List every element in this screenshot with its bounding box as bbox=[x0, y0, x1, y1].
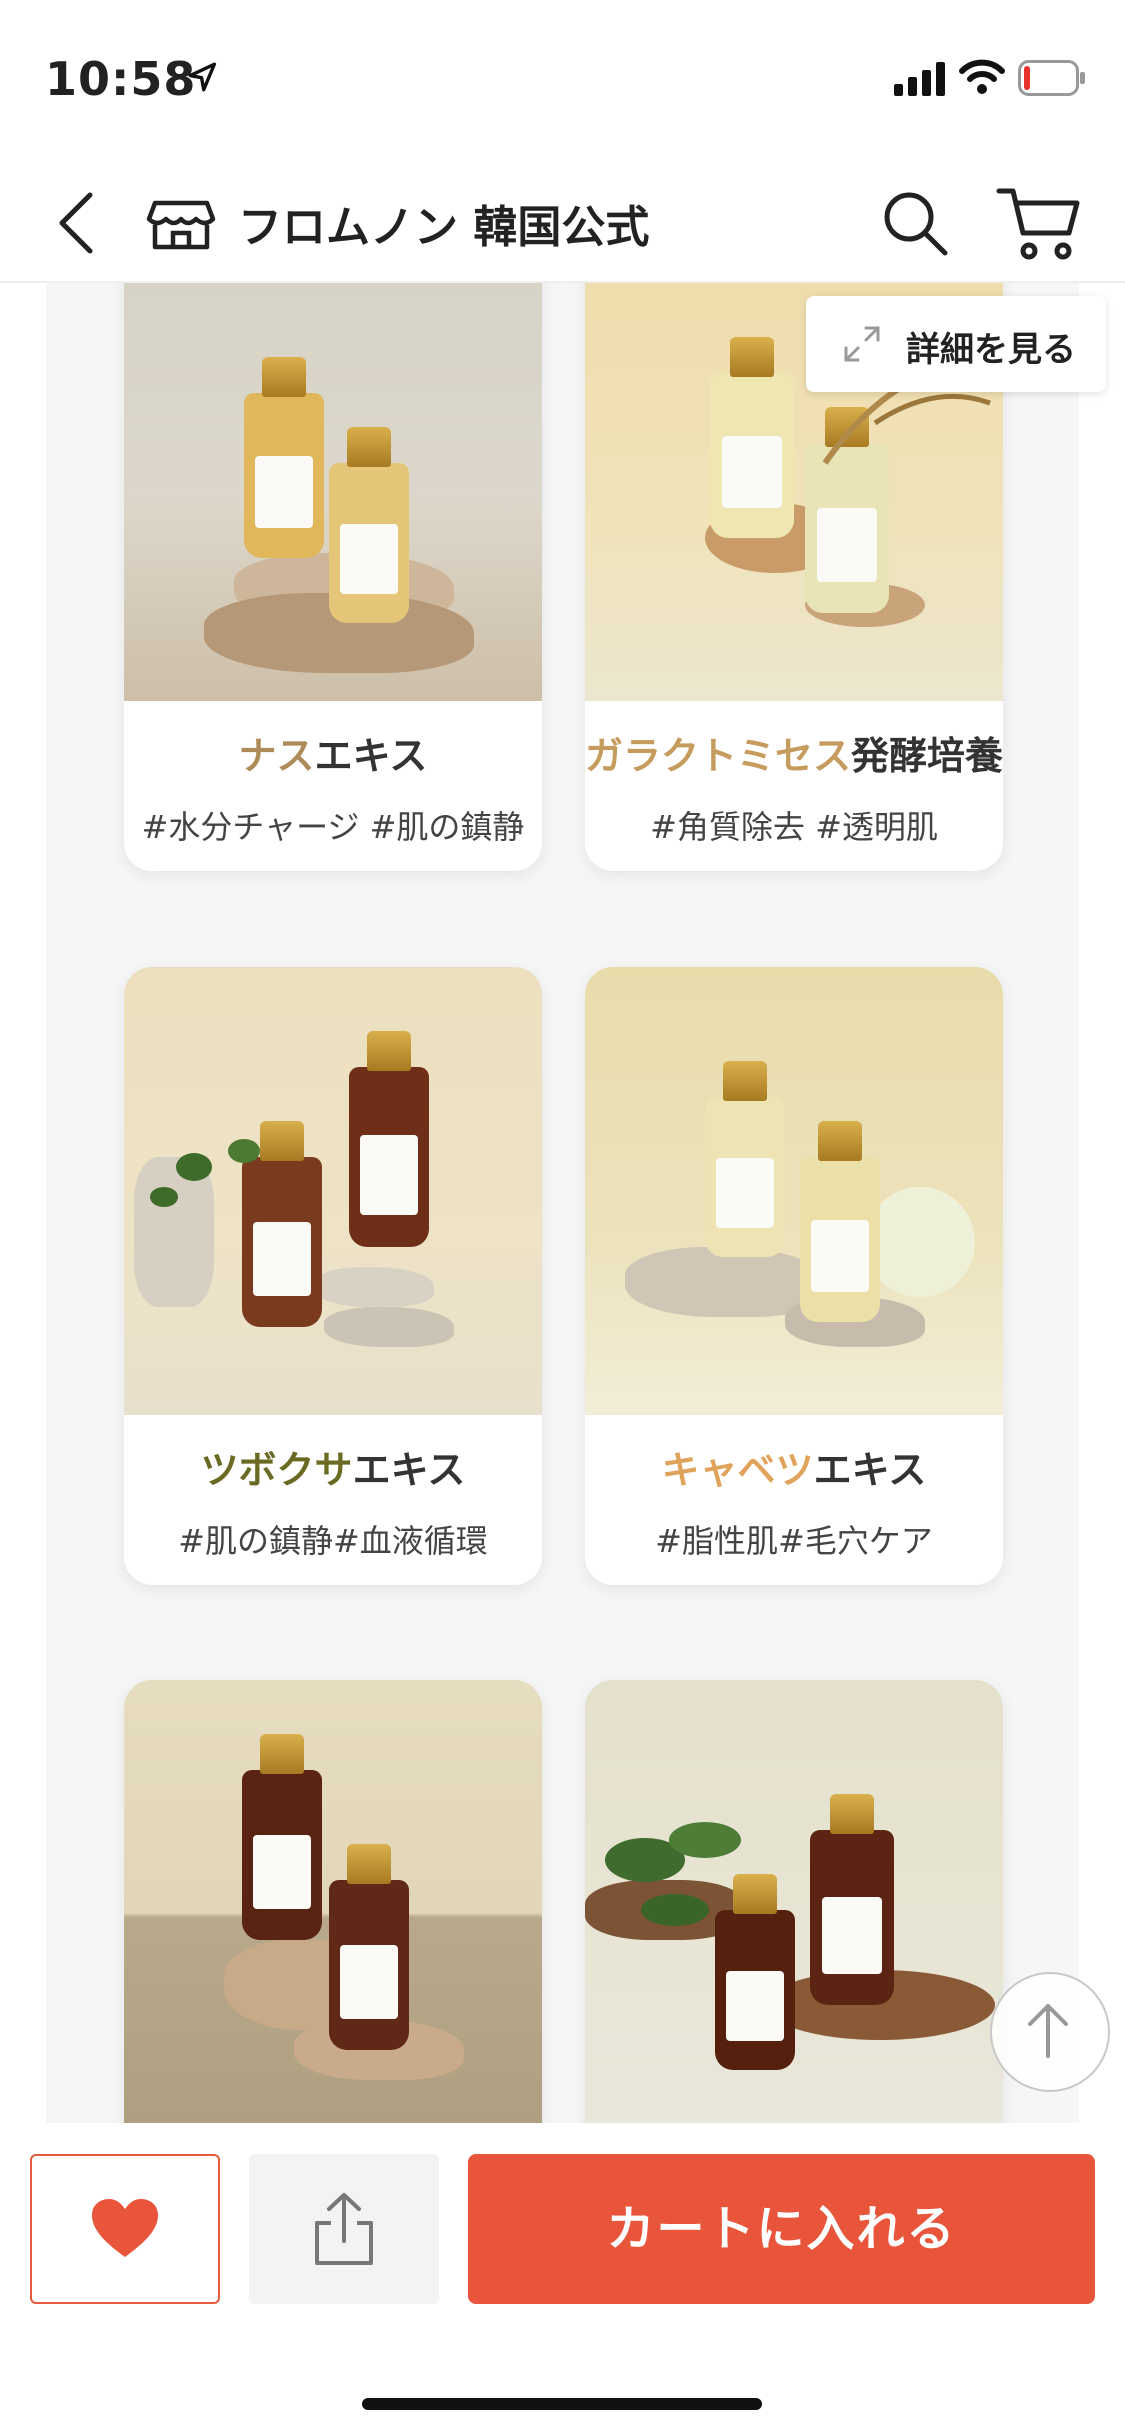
view-details-button[interactable]: 詳細を見る bbox=[806, 296, 1106, 392]
product-photo bbox=[124, 1680, 542, 2123]
like-button[interactable] bbox=[30, 2154, 220, 2304]
product-photo bbox=[124, 283, 542, 701]
status-bar: 10:58 bbox=[0, 0, 1125, 160]
share-button[interactable] bbox=[249, 2154, 439, 2304]
product-card[interactable]: ナスエキス #水分チャージ #肌の鎮静 bbox=[124, 283, 542, 871]
home-indicator bbox=[362, 2398, 762, 2410]
heart-icon bbox=[92, 2199, 158, 2257]
arrow-up-icon bbox=[1028, 2004, 1068, 2058]
product-photo bbox=[124, 967, 542, 1415]
product-name: ツボクサエキス bbox=[200, 1448, 466, 1492]
wifi-icon bbox=[959, 59, 1005, 94]
product-card[interactable]: ツボクサエキス #肌の鎮静#血液循環 bbox=[124, 967, 542, 1585]
status-time: 10:58 bbox=[45, 52, 197, 106]
share-icon bbox=[315, 2193, 373, 2265]
product-photo bbox=[585, 967, 1003, 1415]
battery-low-icon bbox=[1018, 60, 1085, 96]
product-card[interactable] bbox=[124, 1680, 542, 2123]
bottom-action-bar: カートに入れる bbox=[0, 2124, 1125, 2436]
product-tags: #脂性肌#毛穴ケア bbox=[655, 1522, 933, 1560]
cart-icon[interactable] bbox=[995, 181, 1085, 265]
shop-icon bbox=[146, 200, 216, 250]
add-to-cart-button[interactable]: カートに入れる bbox=[468, 2154, 1095, 2304]
product-name: キャベツエキス bbox=[661, 1448, 927, 1492]
product-tags: #水分チャージ #肌の鎮静 bbox=[141, 808, 525, 846]
product-name: ナスエキス bbox=[238, 734, 428, 778]
view-details-label: 詳細を見る bbox=[906, 330, 1076, 370]
shop-name[interactable]: フロムノン 韓国公式 bbox=[238, 191, 649, 255]
back-chevron-icon[interactable] bbox=[40, 183, 120, 263]
location-arrow-icon bbox=[188, 62, 217, 92]
product-tags: #肌の鎮静#血液循環 bbox=[178, 1522, 488, 1560]
product-name: ガラクトミセス発酵培養液 bbox=[585, 734, 1003, 778]
expand-icon bbox=[844, 326, 880, 362]
product-tags: #角質除去 #透明肌 bbox=[650, 808, 938, 846]
app-header: フロムノン 韓国公式 bbox=[0, 165, 1125, 283]
cellular-signal-icon bbox=[894, 62, 945, 96]
product-card[interactable]: キャベツエキス #脂性肌#毛穴ケア bbox=[585, 967, 1003, 1585]
product-photo bbox=[585, 1680, 1003, 2123]
product-image-panel: ナスエキス #水分チャージ #肌の鎮静 ガラクトミセス発酵培養液 #角質除去 #… bbox=[46, 283, 1079, 2123]
search-icon[interactable] bbox=[875, 183, 955, 263]
scroll-to-top-button[interactable] bbox=[990, 1972, 1110, 2092]
product-card[interactable] bbox=[585, 1680, 1003, 2123]
product-detail-content[interactable]: ナスエキス #水分チャージ #肌の鎮静 ガラクトミセス発酵培養液 #角質除去 #… bbox=[0, 283, 1125, 2123]
